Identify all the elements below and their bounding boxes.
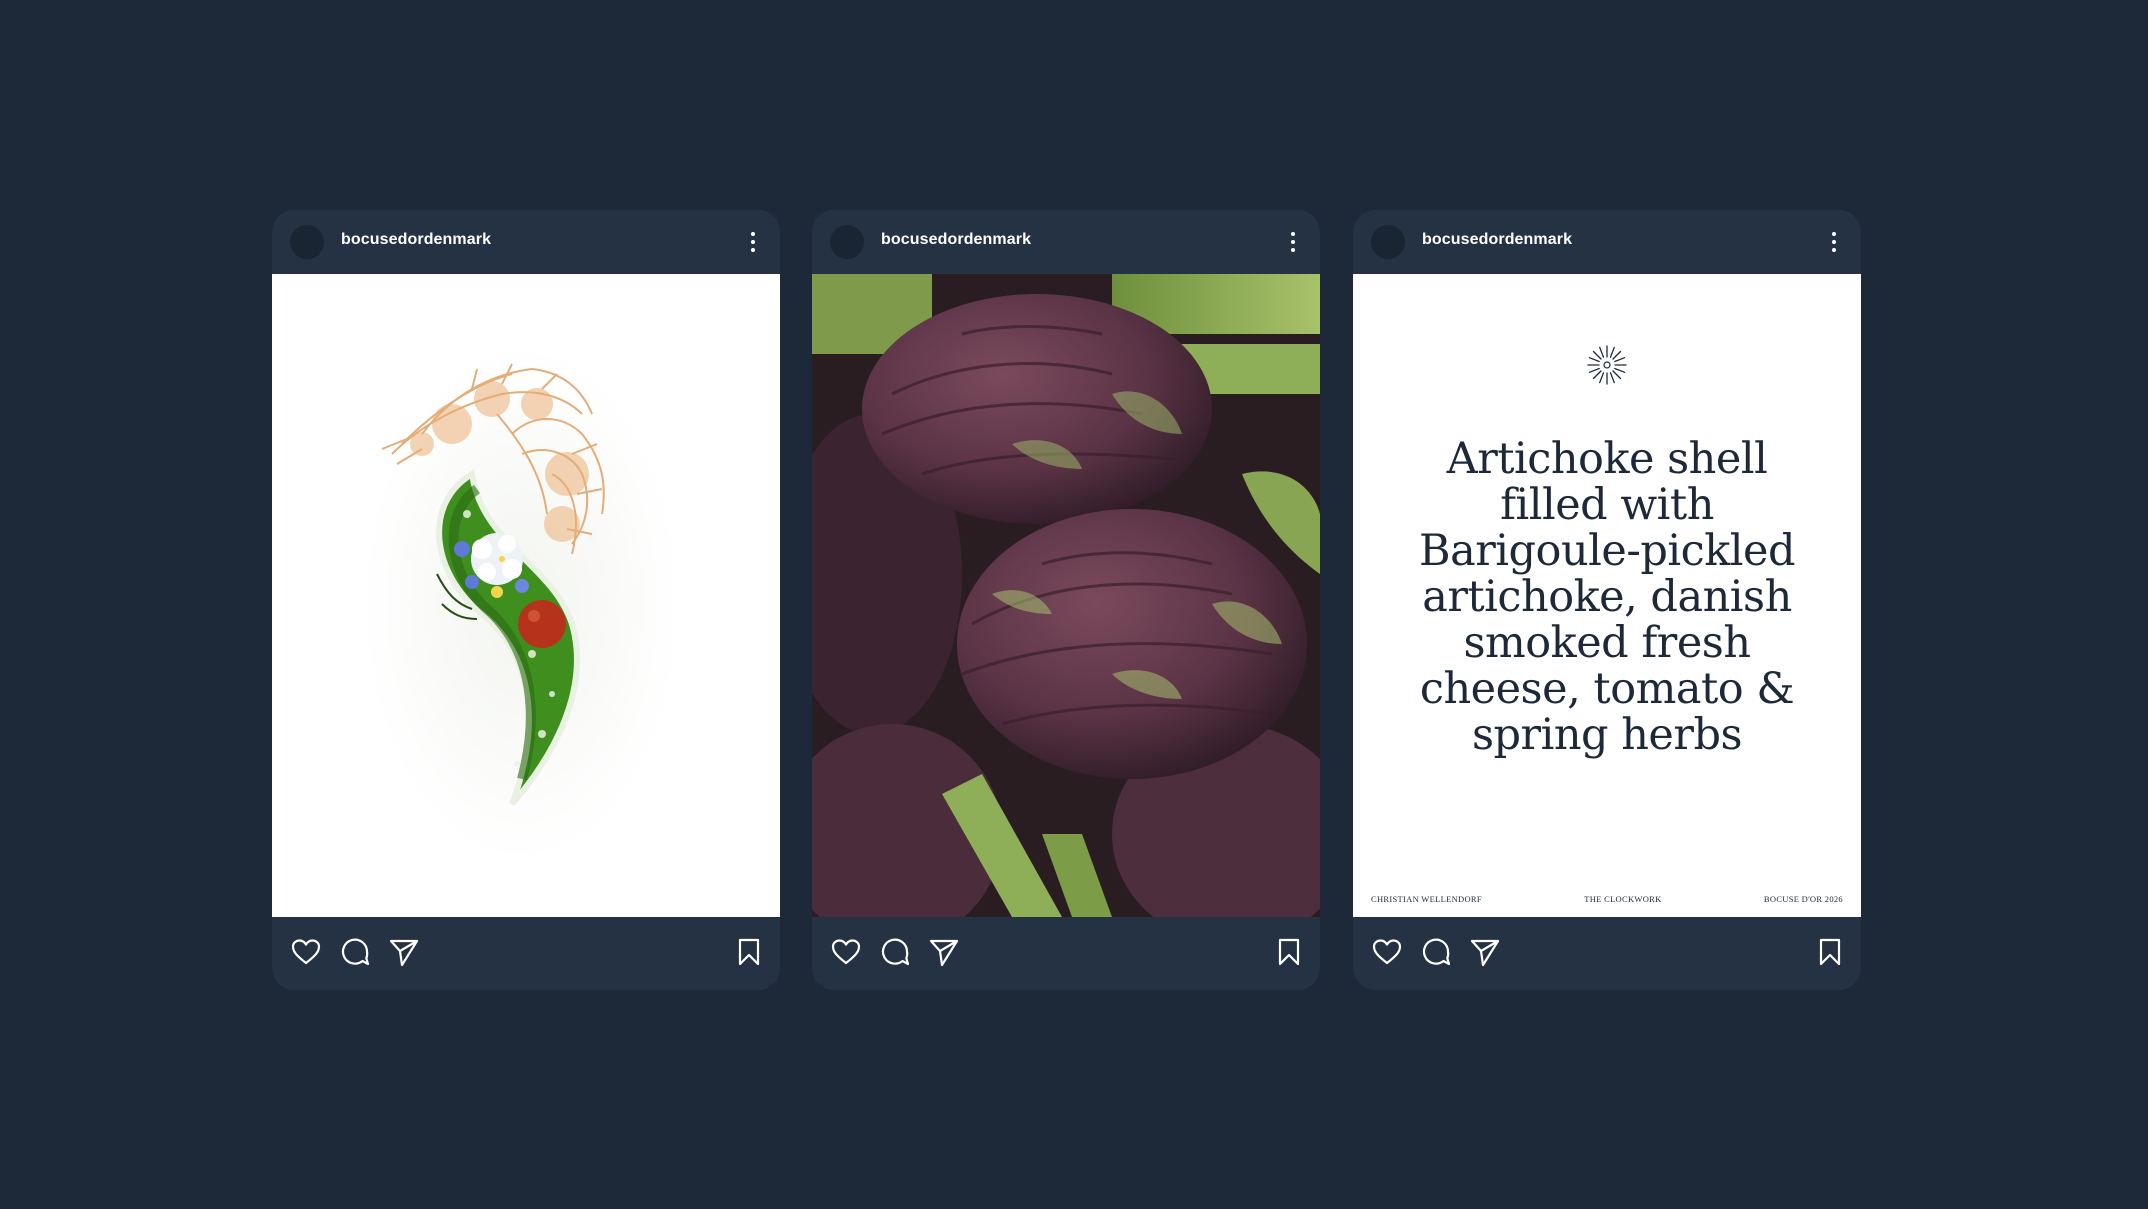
event-name: BOCUSE D'OR 2026 <box>1763 894 1843 904</box>
comment-icon[interactable] <box>878 935 912 969</box>
text-card: Artichoke shell filled with Barigoule-pi… <box>1353 274 1861 917</box>
send-icon[interactable] <box>927 935 961 969</box>
post-text-card[interactable]: Artichoke shell filled with Barigoule-pi… <box>1353 274 1861 917</box>
sunburst-logo-icon <box>1587 345 1627 385</box>
comment-icon[interactable] <box>338 935 372 969</box>
heart-icon[interactable] <box>829 935 863 969</box>
post-header: bocusedordenmark <box>812 210 1320 274</box>
card-footer: CHRISTIAN WELLENDORF THE CLOCKWORK BOCUS… <box>1371 894 1843 904</box>
dish-concept: THE CLOCKWORK <box>1584 894 1662 904</box>
avatar[interactable] <box>830 225 864 259</box>
dish-title: Artichoke shell filled with Barigoule-pi… <box>1418 434 1796 760</box>
avatar[interactable] <box>1371 225 1405 259</box>
post-header: bocusedordenmark <box>272 210 780 274</box>
post-actions <box>1353 917 1861 990</box>
post-image-artichokes[interactable] <box>812 274 1320 917</box>
bookmark-icon[interactable] <box>732 935 766 969</box>
send-icon[interactable] <box>1468 935 1502 969</box>
post-card: bocusedordenmark <box>272 210 780 990</box>
post-image-plated-dish[interactable] <box>272 274 780 917</box>
bookmark-icon[interactable] <box>1272 935 1306 969</box>
stage: bocusedordenmark bocusedordenmark bocuse… <box>0 0 2148 1209</box>
send-icon[interactable] <box>387 935 421 969</box>
more-options-icon[interactable] <box>746 230 760 254</box>
post-card: bocusedordenmark <box>812 210 1320 990</box>
bookmark-icon[interactable] <box>1813 935 1847 969</box>
more-options-icon[interactable] <box>1286 230 1300 254</box>
post-actions <box>272 917 780 990</box>
avatar[interactable] <box>290 225 324 259</box>
post-card: bocusedordenmark <box>1353 210 1861 990</box>
username[interactable]: bocusedordenmark <box>881 231 1031 249</box>
plated-dish-illustration <box>272 274 780 917</box>
heart-icon[interactable] <box>1370 935 1404 969</box>
comment-icon[interactable] <box>1419 935 1453 969</box>
artichokes-illustration <box>812 274 1320 917</box>
username[interactable]: bocusedordenmark <box>1422 231 1572 249</box>
chef-name: CHRISTIAN WELLENDORF <box>1371 894 1482 904</box>
username[interactable]: bocusedordenmark <box>341 231 491 249</box>
post-actions <box>812 917 1320 990</box>
more-options-icon[interactable] <box>1827 230 1841 254</box>
post-header: bocusedordenmark <box>1353 210 1861 274</box>
heart-icon[interactable] <box>289 935 323 969</box>
